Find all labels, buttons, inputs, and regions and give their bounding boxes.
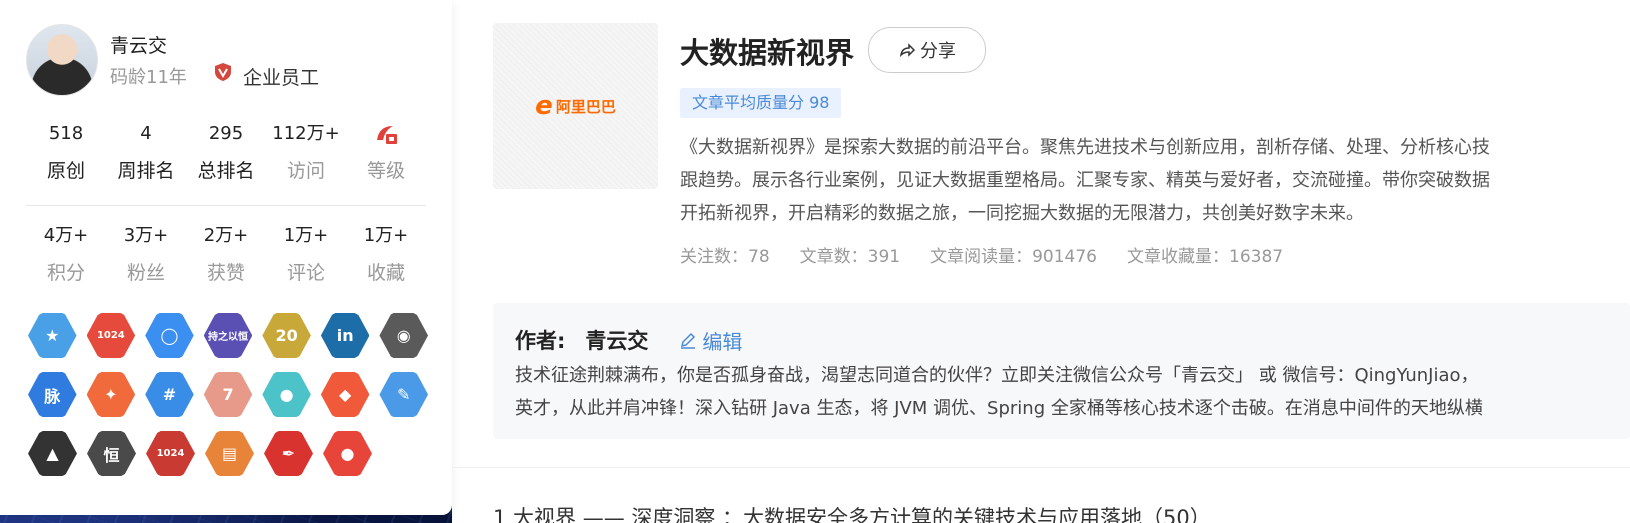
stat-level[interactable]: 等级 [346, 122, 426, 183]
stat-value: 4 [140, 123, 152, 144]
star-badge-icon[interactable]: ★ [28, 312, 77, 359]
persistence-badge-icon[interactable]: 持之以恒 [203, 312, 253, 359]
edit-button[interactable]: 编辑 [678, 326, 742, 355]
share-button[interactable]: 分享 [868, 27, 986, 73]
hang-badge-icon[interactable]: 恒 [87, 430, 136, 477]
hashtag-badge-icon[interactable]: # [145, 371, 194, 418]
stat-value: 518 [48, 123, 84, 144]
bio-line: 英才，从此并肩冲锋！深入钻研 Java 生态，将 JVM 调优、Spring 全… [515, 398, 1483, 419]
edit-label: 编辑 [702, 329, 743, 354]
student-badge-icon[interactable]: ▲ [28, 430, 77, 477]
article-count: 文章数：391 [799, 247, 901, 267]
follow-count: 关注数：78 [680, 247, 770, 267]
stats-row-top: 518 原创 4 周排名 295 总排名 112万+ 访问 等级 [26, 122, 426, 183]
stat-visits: 112万+ 访问 [266, 122, 346, 183]
stat-value: 3万+ [123, 225, 169, 246]
column-meta: 关注数：78 文章数：391 文章阅读量：901476 文章收藏量：16387 [680, 242, 1283, 267]
column-cover[interactable]: e 阿里巴巴 [493, 23, 658, 189]
column-title: 大数据新视界 [680, 36, 855, 70]
code-age: 码龄11年 [110, 67, 187, 88]
share-label: 分享 [920, 41, 956, 62]
pen-badge-icon[interactable]: ✒ [264, 430, 313, 477]
alibaba-logo-icon: e 阿里巴巴 [535, 91, 616, 121]
pencil-badge-icon[interactable]: ✎ [379, 371, 429, 418]
quality-score-badge: 文章平均质量分 98 [680, 88, 842, 118]
pulse-badge-icon[interactable]: 脉 [28, 371, 77, 418]
stat-label: 评论 [286, 262, 325, 284]
stat-value: 112万+ [272, 123, 340, 144]
author-label: 作者: [515, 329, 566, 353]
stat-label: 等级 [366, 160, 405, 182]
stat-week-rank[interactable]: 4 周排名 [106, 122, 186, 183]
1024-stars-badge-icon[interactable]: 1024 [146, 430, 195, 477]
monkey-face-badge-icon[interactable]: ● [323, 430, 372, 477]
description-line: 开拓新视界，开启精彩的数据之旅，一同挖掘大数据的无限潜力，共创美好数字未来。 [680, 203, 1364, 224]
badge-row: 脉 ✦ #7 ● ◆ ✎ [28, 370, 429, 419]
role-label: 企业员工 [243, 67, 320, 89]
stat-original[interactable]: 518 原创 [26, 122, 106, 183]
article-list-item[interactable]: 1 大视界 —— 深度洞察 ：大数据安全多方计算的关键技术与应用落地（50） [493, 503, 1630, 523]
column-description: 《大数据新视界》是探索大数据的前沿平台。聚焦先进技术与创新应用，剖析存储、处理、… [680, 131, 1630, 230]
user-name[interactable]: 青云交 [110, 31, 167, 58]
badge-wall: ★ 1024 ◯ 持之以恒 20 in ◉ 脉 ✦ #7 ● ◆ ✎ ▲ 恒 1024 ▤ ✒ ● [28, 311, 429, 488]
stat-total-rank[interactable]: 295 总排名 [186, 122, 266, 183]
monkey-badge-icon[interactable]: 7 [203, 371, 253, 418]
author-header: 作者: 青云交 编辑 [515, 325, 742, 355]
stat-label: 原创 [46, 160, 85, 182]
stat-label: 粉丝 [126, 262, 165, 284]
stat-value: 1万+ [283, 225, 329, 246]
edit-icon [681, 332, 696, 349]
book-badge-icon[interactable]: ▤ [205, 430, 254, 477]
badge-row: ▲ 恒 1024 ▤ ✒ ● [28, 429, 428, 478]
stat-label: 周排名 [117, 160, 175, 182]
stat-points: 4万+ 积分 [26, 224, 106, 285]
cover-logo-text: 阿里巴巴 [555, 97, 616, 116]
stat-label: 访问 [286, 160, 325, 182]
share-icon [899, 43, 916, 58]
author-section: 作者: 青云交 编辑 技术征途荆棘满布，你是否孤身奋战，渴望志同道合的伙伴？立即… [493, 303, 1630, 439]
1024-badge-icon[interactable]: 1024 [86, 312, 136, 359]
badge-row: ★ 1024 ◯ 持之以恒 20 in ◉ [28, 311, 429, 360]
favorite-count: 文章收藏量：16387 [1127, 247, 1284, 267]
stat-value: 1万+ [363, 225, 409, 246]
article-title: 1 大视界 —— 深度洞察 ：大数据安全多方计算的关键技术与应用落地（50） [493, 506, 1211, 523]
profile-card: 青云交 码龄11年 企业员工 518 原创 4 周排名 295 总排名 112万… [0, 0, 452, 515]
chat-badge-icon[interactable]: ● [262, 371, 311, 418]
stat-likes: 2万+ 获赞 [186, 224, 266, 285]
github-badge-icon[interactable]: ◉ [379, 312, 429, 359]
level-icon-wrap [346, 122, 426, 146]
verified-shield-icon [215, 63, 231, 81]
stat-label: 总排名 [197, 160, 255, 182]
stat-comments: 1万+ 评论 [266, 224, 346, 285]
stat-value: 2万+ [203, 225, 249, 246]
divider [452, 467, 1630, 468]
author-name[interactable]: 青云交 [585, 325, 648, 355]
bio-line: 技术征途荆棘满布，你是否孤身奋战，渴望志同道合的伙伴？立即关注微信公众号「青云交… [515, 365, 1479, 386]
stat-favorites: 1万+ 收藏 [346, 224, 426, 285]
linkedin-badge-icon[interactable]: in [320, 312, 370, 359]
description-line: 跟趋势。展示各行业案例，见证大数据重塑格局。汇聚专家、精英与爱好者，交流碰撞。带… [680, 170, 1490, 191]
stat-fans[interactable]: 3万+ 粉丝 [106, 224, 186, 285]
stat-label: 积分 [46, 262, 85, 284]
stat-label: 收藏 [366, 262, 405, 284]
stats-row-bottom: 4万+ 积分 3万+ 粉丝 2万+ 获赞 1万+ 评论 1万+ 收藏 [26, 224, 426, 285]
stat-value: 4万+ [43, 225, 89, 246]
level-icon [377, 126, 397, 144]
avatar[interactable] [26, 24, 98, 96]
idea-badge-icon[interactable]: ✦ [86, 371, 136, 418]
description-line: 《大数据新视界》是探索大数据的前沿平台。聚焦先进技术与创新应用，剖析存储、处理、… [680, 137, 1490, 158]
20-badge-icon[interactable]: 20 [262, 312, 311, 359]
planet-badge-icon[interactable]: ◯ [145, 312, 194, 359]
stat-label: 获赞 [206, 262, 245, 284]
robot-badge-icon[interactable]: ◆ [320, 371, 370, 418]
read-count: 文章阅读量：901476 [930, 247, 1097, 267]
stat-value: 295 [208, 123, 244, 144]
divider [26, 205, 426, 206]
author-bio: 技术征途荆棘满布，你是否孤身奋战，渴望志同道合的伙伴？立即关注微信公众号「青云交… [515, 359, 1630, 425]
